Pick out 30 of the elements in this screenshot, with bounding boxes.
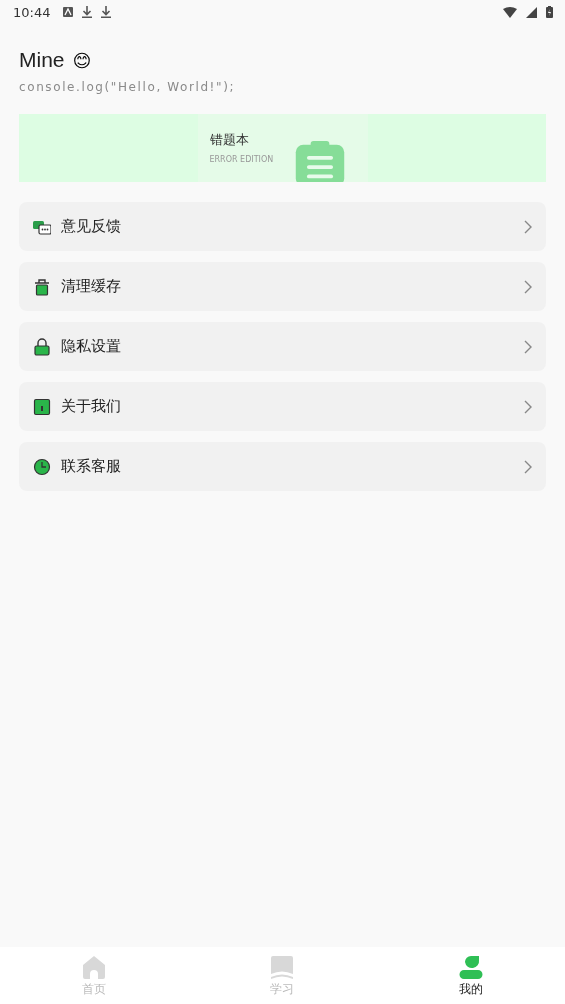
lock-icon	[33, 337, 51, 356]
trash-icon	[33, 277, 51, 296]
menu-item[interactable]: 意见反馈	[19, 202, 546, 251]
chevron-right-icon	[524, 459, 532, 474]
error-book-banner[interactable]: 错题本 ERROR EDITION	[19, 114, 546, 182]
menu-item[interactable]: 隐私设置	[19, 322, 546, 371]
nav-tab[interactable]: 我的	[376, 947, 565, 1004]
signal-icon	[526, 6, 537, 18]
person-icon	[458, 955, 483, 979]
notification-icon	[63, 7, 74, 17]
menu-item[interactable]: 清理缓存	[19, 262, 546, 311]
banner-subtitle: ERROR EDITION	[209, 155, 275, 164]
download-icon	[82, 6, 93, 18]
download-icon	[101, 6, 112, 18]
wifi-icon	[503, 6, 517, 18]
smiley-emoji: 😊	[72, 49, 92, 71]
status-time: 10:44	[13, 4, 51, 20]
page-title: Mine	[19, 48, 65, 72]
chevron-right-icon	[524, 399, 532, 414]
subtitle: console.log("Hello, World!");	[19, 80, 237, 94]
house-icon	[82, 955, 107, 979]
banner-title: 错题本	[209, 131, 250, 149]
chevron-right-icon	[524, 219, 532, 234]
chevron-right-icon	[524, 339, 532, 354]
menu-item[interactable]: 联系客服	[19, 442, 546, 491]
battery-icon	[546, 6, 553, 18]
menu-item[interactable]: 关于我们	[19, 382, 546, 431]
clock-icon	[33, 457, 51, 476]
chevron-right-icon	[524, 279, 532, 294]
clipboard-icon	[293, 141, 346, 182]
